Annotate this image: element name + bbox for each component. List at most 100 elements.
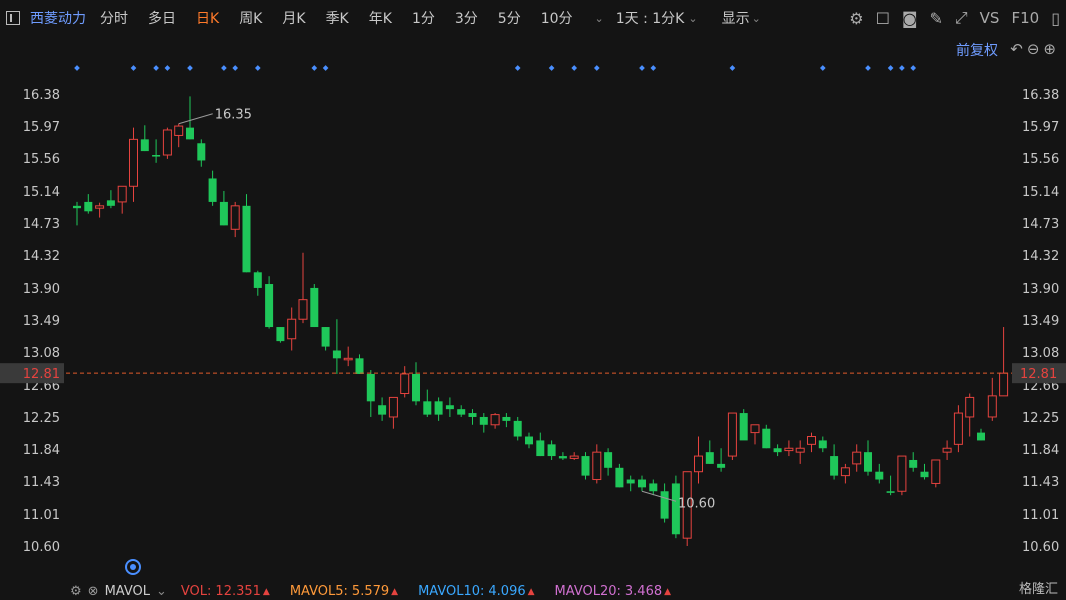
candle-body[interactable] [208, 178, 217, 202]
candle-body[interactable] [219, 201, 228, 226]
event-marker[interactable] [729, 65, 736, 71]
candle-body[interactable] [400, 373, 410, 395]
event-marker[interactable] [153, 65, 159, 71]
candle-body[interactable] [106, 200, 115, 206]
event-marker[interactable] [254, 65, 261, 71]
candle-body[interactable] [536, 440, 545, 457]
candle-body[interactable] [830, 456, 839, 476]
candle-body[interactable] [852, 451, 862, 465]
candle-body[interactable] [773, 448, 782, 453]
candle-body[interactable] [660, 491, 669, 519]
candle-body[interactable] [423, 401, 432, 415]
event-marker[interactable] [571, 65, 578, 71]
candle-body[interactable] [750, 424, 760, 434]
candle-body[interactable] [604, 452, 613, 468]
candle-body[interactable] [638, 479, 646, 488]
candle-body[interactable] [140, 139, 149, 152]
candle-body[interactable] [445, 405, 454, 410]
candle-body[interactable] [388, 396, 398, 418]
candle-body[interactable] [581, 456, 590, 476]
event-marker[interactable] [887, 65, 894, 71]
event-marker[interactable] [232, 65, 239, 71]
candle-body[interactable] [694, 455, 703, 473]
event-marker[interactable] [639, 65, 645, 71]
candle-body[interactable] [84, 201, 93, 212]
candle-body[interactable] [490, 414, 500, 426]
candle-body[interactable] [298, 299, 308, 320]
candle-body[interactable] [310, 287, 319, 328]
candlestick-chart[interactable]: 16.38 16.38 15.97 15.97 15.56 15.56 15.14 15.14… [0, 0, 1066, 600]
event-marker[interactable] [221, 65, 227, 71]
candle-body[interactable] [840, 467, 850, 477]
event-marker[interactable] [548, 65, 555, 71]
event-marker[interactable] [187, 65, 193, 71]
candle-body[interactable] [265, 284, 274, 328]
candle-body[interactable] [739, 413, 748, 441]
candle-body[interactable] [897, 455, 907, 492]
candle-body[interactable] [434, 401, 443, 415]
candle-body[interactable] [649, 483, 658, 492]
candle-body[interactable] [920, 471, 929, 478]
candle-body[interactable] [242, 205, 251, 273]
candle-body[interactable] [909, 459, 918, 468]
candle-body[interactable] [332, 350, 341, 359]
candle-body[interactable] [276, 327, 285, 342]
candle-body[interactable] [864, 452, 872, 472]
close-icon[interactable]: ⊗ [88, 584, 99, 599]
candle-body[interactable] [479, 416, 488, 425]
event-marker[interactable] [819, 65, 826, 71]
event-marker[interactable] [322, 65, 329, 71]
candle-body[interactable] [152, 154, 161, 157]
candle-body[interactable] [378, 405, 387, 415]
candle-body[interactable] [875, 471, 884, 480]
candle-body[interactable] [117, 185, 127, 203]
candle-body[interactable] [615, 467, 624, 488]
candle-body[interactable] [717, 463, 726, 468]
event-marker[interactable] [865, 65, 871, 71]
candle-body[interactable] [784, 447, 794, 452]
candle-body[interactable] [547, 444, 556, 457]
candle-body[interactable] [174, 125, 184, 136]
candle-body[interactable] [558, 456, 567, 459]
candle-body[interactable] [987, 395, 997, 418]
candle-body[interactable] [355, 358, 364, 374]
candle-body[interactable] [569, 455, 579, 459]
candle-body[interactable] [457, 409, 466, 415]
candle-body[interactable] [795, 447, 805, 453]
candle-body[interactable] [197, 143, 206, 161]
candle-body[interactable] [287, 318, 297, 340]
candle-body[interactable] [953, 412, 963, 445]
event-marker[interactable] [899, 65, 905, 71]
event-marker[interactable] [910, 65, 917, 71]
candle-body[interactable] [727, 412, 737, 457]
event-marker[interactable] [514, 65, 521, 71]
candle-body[interactable] [321, 327, 330, 347]
chevron-down-icon[interactable]: ⌄ [156, 584, 167, 599]
indicator-name[interactable]: MAVOL [105, 584, 150, 599]
candle-body[interactable] [886, 491, 895, 493]
candle-body[interactable] [965, 396, 975, 418]
candle-body[interactable] [186, 127, 194, 140]
gear-icon[interactable]: ⚙ [70, 584, 82, 599]
candle-body[interactable] [525, 436, 533, 445]
candle-body[interactable] [705, 452, 714, 464]
event-marker[interactable] [130, 65, 137, 71]
candle-body[interactable] [626, 479, 635, 484]
event-marker[interactable] [74, 65, 80, 71]
candle-body[interactable] [253, 272, 262, 288]
candle-body[interactable] [931, 459, 941, 484]
candle-body[interactable] [468, 413, 477, 417]
candle-body[interactable] [999, 372, 1009, 397]
candle-body[interactable] [807, 436, 816, 445]
event-marker[interactable] [311, 65, 318, 71]
candle-body[interactable] [230, 205, 240, 230]
candle-body[interactable] [129, 138, 138, 187]
event-marker[interactable] [164, 65, 171, 71]
candle-body[interactable] [162, 129, 172, 156]
candle-body[interactable] [343, 357, 353, 361]
candle-body[interactable] [95, 205, 105, 209]
candle-body[interactable] [762, 428, 771, 449]
candle-body[interactable] [977, 432, 985, 441]
candle-body[interactable] [513, 420, 522, 437]
event-marker[interactable] [593, 65, 600, 71]
